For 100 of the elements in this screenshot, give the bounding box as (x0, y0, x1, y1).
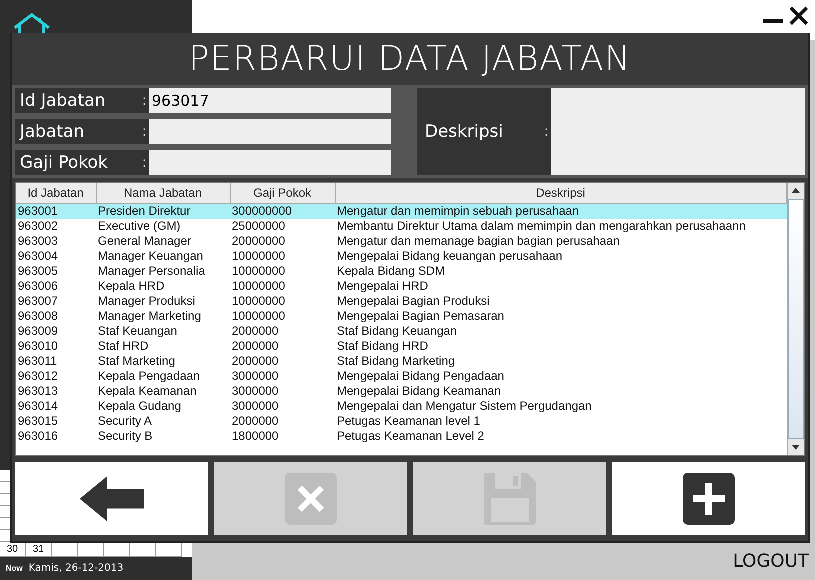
table-cell-text: 963016 (17, 429, 60, 444)
scrollbar[interactable] (787, 183, 804, 455)
table-cell: 963002 (16, 219, 96, 234)
table-cell: 25000000 (230, 219, 335, 234)
table-row[interactable]: 963003 General Manager 20000000 Mengatur dan memanage bagian bagian perusahaan (16, 234, 786, 249)
table-cell-text: Staf Bidang HRD (336, 339, 430, 354)
table-row[interactable]: 963015 Security A 2000000 Petugas Keamanan level 1 (16, 414, 786, 429)
table-cell-text: 20000000 (231, 234, 286, 249)
table-cell-text: Kepala HRD (97, 279, 166, 294)
table-cell-text: 963005 (17, 264, 60, 279)
table-cell-text: 963003 (17, 234, 60, 249)
table-cell-text: Mengepalai Bidang Pengadaan (336, 369, 506, 384)
table-cell-text: 2000000 (231, 324, 280, 339)
current-date: Kamis, 26-12-2013 (28, 563, 124, 574)
add-icon (682, 472, 736, 526)
table-cell-text: Manager Marketing (97, 309, 202, 324)
column-header[interactable]: Nama Jabatan (96, 183, 230, 204)
table-row[interactable]: 963008 Manager Marketing 10000000 Mengepalai Bagian Pemasaran (16, 309, 786, 324)
table-row[interactable]: 963012 Kepala Pengadaan 3000000 Mengepalai Bidang Pengadaan (16, 369, 786, 384)
table-row[interactable]: 963005 Manager Personalia 10000000 Kepala Bidang SDM (16, 264, 786, 279)
table-row[interactable]: 963007 Manager Produksi 10000000 Mengepalai Bagian Produksi (16, 294, 786, 309)
table-cell-text: 10000000 (231, 264, 286, 279)
add-button[interactable] (612, 462, 805, 535)
table-cell-text: Kepala Bidang SDM (336, 264, 446, 279)
table-cell-text: Staf Bidang Keuangan (336, 324, 458, 339)
table-cell-text: Staf Marketing (97, 354, 176, 369)
table-cell-text: 963011 (17, 354, 58, 369)
table-cell: 300000000 (230, 204, 335, 219)
table-cell-text: 1800000 (231, 429, 280, 444)
table-cell-text: Kepala Pengadaan (97, 369, 202, 384)
table-cell-text: 963015 (17, 414, 60, 429)
table-cell-text: Petugas Keamanan level 1 (336, 414, 482, 429)
column-header[interactable]: Id Jabatan (16, 183, 96, 204)
table-cell-text: Mengatur dan memanage bagian bagian perusahaan (336, 234, 621, 249)
table-row[interactable]: 963014 Kepala Gudang 3000000 Mengepalai dan Mengatur Sistem Pergudangan (16, 399, 786, 414)
table-row[interactable]: 963009 Staf Keuangan 2000000 Staf Bidang Keuangan (16, 324, 786, 339)
input-field[interactable] (149, 150, 391, 175)
table-cell-text: 10000000 (231, 249, 286, 264)
table-row[interactable]: 963016 Security B 1800000 Petugas Keamanan Level 2 (16, 429, 786, 444)
table-cell: Mengatur dan memimpin sebuah perusahaan (335, 204, 786, 219)
table-row[interactable]: 963011 Staf Marketing 2000000 Staf Bidang Marketing (16, 354, 786, 369)
now-label: Now (6, 564, 23, 573)
column-header[interactable]: Deskripsi (335, 183, 786, 204)
table-cell-text: 963007 (17, 294, 60, 309)
table-cell-text: Staf HRD (97, 339, 150, 354)
field-label: Id Jabatan : (15, 88, 149, 113)
table-cell-text: 10000000 (231, 309, 286, 324)
table-cell-text: 2000000 (231, 354, 280, 369)
table-cell-text: 2000000 (231, 339, 280, 354)
input-field[interactable]: 963017 (149, 88, 391, 113)
logout-link[interactable]: LOGOUT (733, 551, 809, 572)
table-cell-text: Kepala Gudang (97, 399, 182, 414)
description-field[interactable] (551, 88, 805, 175)
table-cell-text: 10000000 (231, 294, 286, 309)
column-header[interactable]: Gaji Pokok (230, 183, 335, 204)
table-cell-text: General Manager (97, 234, 192, 249)
table-cell-text: 3000000 (231, 384, 280, 399)
table-cell: Membantu Direktur Utama dalam memimpin dan mengarahkan perusahaann (335, 219, 786, 234)
table-cell-text: Petugas Keamanan Level 2 (336, 429, 486, 444)
table-cell-text: 10000000 (231, 279, 286, 294)
table-cell-text: Security A (97, 414, 154, 429)
table-cell: Presiden Direktur (96, 204, 230, 219)
table-cell-text: Mengepalai Bidang keuangan perusahaan (336, 249, 564, 264)
table-row[interactable]: 963004 Manager Keuangan 10000000 Mengepalai Bidang keuangan perusahaan (16, 249, 786, 264)
table-cell-text: Kepala Keamanan (97, 384, 198, 399)
table-cell: Executive (GM) (96, 219, 230, 234)
table-cell-text: 963009 (17, 324, 60, 339)
close-icon[interactable] (789, 6, 809, 26)
table-cell-text: Mengepalai Bagian Pemasaran (336, 309, 506, 324)
table-cell-text: Manager Produksi (97, 294, 196, 309)
table-cell-text: 2000000 (231, 414, 280, 429)
table-row[interactable]: 963013 Kepala Keamanan 3000000 Mengepalai Bidang Keamanan (16, 384, 786, 399)
table-cell-text: Manager Keuangan (97, 249, 204, 264)
table-cell-text: 963008 (17, 309, 60, 324)
table-cell-text: Mengepalai Bagian Produksi (336, 294, 491, 309)
table-cell-text: Security B (97, 429, 154, 444)
field-label: Deskripsi : (417, 88, 551, 175)
table-cell-text: 963006 (17, 279, 60, 294)
table-cell-text: Manager Personalia (97, 264, 206, 279)
table-row[interactable]: 963010 Staf HRD 2000000 Staf Bidang HRD (16, 339, 786, 354)
table-cell-text: 963004 (17, 249, 60, 264)
table-row[interactable]: 963001 Presiden Direktur 300000000 Mengatur dan memimpin sebuah perusahaan (16, 204, 786, 219)
table-cell-text: Staf Keuangan (97, 324, 178, 339)
table-cell-text: Staf Bidang Marketing (336, 354, 456, 369)
back-button[interactable] (15, 462, 208, 535)
table-row[interactable]: 963006 Kepala HRD 10000000 Mengepalai HRD (16, 279, 786, 294)
field-label: Jabatan : (15, 119, 149, 144)
table-cell-text: Mengepalai dan Mengatur Sistem Pergudangan (336, 399, 593, 414)
table-cell-text: 963010 (17, 339, 60, 354)
table-cell-text: 3000000 (231, 369, 280, 384)
table-cell-text: 963013 (17, 384, 60, 399)
table-cell-text: Mengepalai HRD (336, 279, 430, 294)
table-cell-text: 963012 (17, 369, 60, 384)
table-cell-text: 3000000 (231, 399, 280, 414)
table-cell-text: Mengepalai Bidang Keamanan (336, 384, 502, 399)
table-row[interactable]: 963002 Executive (GM) 25000000 Membantu Direktur Utama dalam memimpin dan mengarahkan perusahaann (16, 219, 786, 234)
input-field[interactable] (149, 119, 391, 144)
delete-icon (284, 472, 338, 526)
field-label: Gaji Pokok : (15, 150, 149, 175)
table-cell: 963001 (16, 204, 96, 219)
